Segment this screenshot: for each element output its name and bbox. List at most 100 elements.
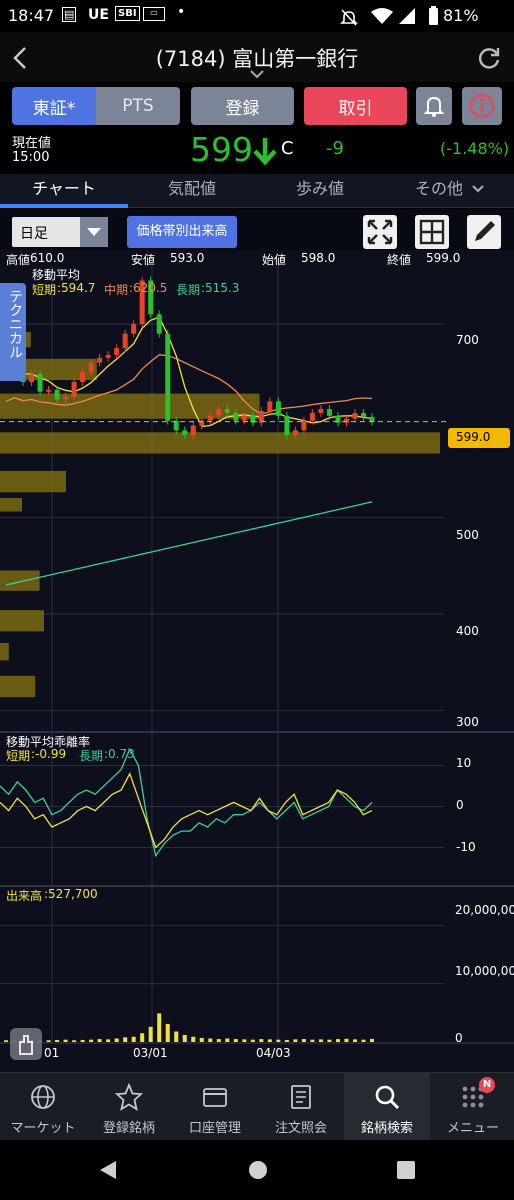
- price-axis-label: 400: [456, 624, 479, 638]
- chart-area[interactable]: 高値 610.0 安値 593.0 始値 598.0 終値 599.0 移動平均…: [0, 250, 514, 1072]
- tab-chart[interactable]: チャート: [0, 174, 128, 208]
- layout-button[interactable]: [415, 215, 449, 249]
- register-button[interactable]: 登録: [191, 87, 294, 125]
- volume-bar: [335, 1039, 340, 1042]
- period-value: 日足: [20, 226, 48, 242]
- volume-bar: [233, 1039, 238, 1042]
- candle: [190, 425, 196, 436]
- x-axis-label: 01: [44, 1046, 60, 1060]
- nav-label: 登録銘柄: [102, 1121, 155, 1136]
- trade-button[interactable]: 取引: [304, 87, 407, 125]
- candle: [326, 409, 332, 416]
- low-label: 安値: [131, 253, 156, 267]
- price-axis-label: 300: [456, 715, 479, 729]
- candle: [46, 389, 52, 392]
- volume-bar: [174, 1031, 179, 1042]
- market-tse-button[interactable]: 東証*: [12, 87, 96, 125]
- page-title[interactable]: (7184) 富山第一銀行: [0, 43, 514, 73]
- candle: [241, 415, 247, 421]
- expand-icon: [367, 219, 393, 245]
- volume-bar: [352, 1039, 357, 1042]
- candle: [122, 333, 128, 349]
- draw-button[interactable]: [467, 215, 501, 249]
- candle: [182, 430, 188, 436]
- recents-icon[interactable]: [395, 1159, 417, 1181]
- nav-watchlist[interactable]: 登録銘柄: [86, 1073, 172, 1141]
- fullscreen-button[interactable]: [363, 215, 397, 249]
- tab-trades[interactable]: 歩み値: [256, 174, 384, 208]
- grid-layout-icon: [419, 219, 445, 245]
- tap-hand-icon: [19, 1035, 33, 1055]
- volume-axis-label: 20,000,000: [455, 903, 514, 917]
- nav-account[interactable]: 口座管理: [172, 1073, 258, 1141]
- candle: [360, 412, 366, 417]
- nav-orders[interactable]: 注文照会: [258, 1073, 344, 1141]
- candle: [275, 401, 281, 416]
- volume-profile-button[interactable]: 価格帯別出来高: [127, 216, 237, 248]
- volume-bar: [242, 1039, 247, 1042]
- candle: [88, 362, 94, 373]
- tab-quotes[interactable]: 気配値: [128, 174, 256, 208]
- volume-bar: [276, 1039, 281, 1042]
- period-select[interactable]: 日足: [12, 217, 108, 247]
- home-icon[interactable]: [246, 1158, 270, 1182]
- chevron-down-icon[interactable]: [250, 70, 264, 79]
- volume-bar: [370, 1038, 374, 1042]
- dropdown-button[interactable]: [80, 217, 108, 247]
- candle: [156, 314, 162, 334]
- alert-bell-button[interactable]: [416, 87, 452, 125]
- volume-profile-band: [0, 643, 9, 661]
- volume-bar: [301, 1039, 306, 1042]
- candle: [292, 430, 298, 436]
- volume-bar: [182, 1035, 187, 1042]
- volume-bar: [55, 1039, 60, 1042]
- deviation-short-value: :-0.99: [31, 747, 67, 761]
- price-axis-label: 700: [456, 333, 479, 347]
- ma-long-label: 長期: [176, 283, 201, 297]
- volume-bar: [89, 1039, 94, 1042]
- system-navigation: [0, 1140, 514, 1200]
- volume-value: :527,700: [44, 887, 98, 901]
- close-marker: C: [281, 138, 294, 159]
- refresh-icon[interactable]: [477, 46, 501, 70]
- candle: [318, 409, 324, 413]
- app-header: (7184) 富山第一銀行: [0, 32, 514, 82]
- market-pts-button[interactable]: PTS: [96, 87, 180, 125]
- technical-side-tab[interactable]: テクニカル: [0, 283, 26, 381]
- open-value: 598.0: [301, 251, 336, 265]
- candle: [80, 372, 86, 382]
- tab-active-indicator: [0, 204, 128, 208]
- volume-bar: [267, 1039, 272, 1042]
- candle: [114, 348, 120, 355]
- back-icon[interactable]: [96, 1158, 120, 1182]
- nav-menu[interactable]: N メニュー: [430, 1073, 514, 1141]
- volume-bar: [361, 1039, 366, 1042]
- chart-helper-button[interactable]: [10, 1028, 42, 1060]
- nav-market[interactable]: マーケット: [0, 1073, 86, 1141]
- candle: [131, 324, 137, 334]
- volume-bar: [140, 1033, 145, 1042]
- volume-profile-band: [0, 432, 440, 454]
- volume-axis-label: 10,000,000: [455, 964, 514, 978]
- open-label: 始値: [262, 253, 287, 267]
- dot-icon: •: [177, 4, 186, 20]
- candle: [267, 401, 273, 411]
- status-bar: 18:47 ▤ UE SBI ▭ • 81%: [0, 0, 514, 32]
- volume-bar: [72, 1040, 77, 1042]
- signal-icon: [399, 8, 415, 24]
- high-value: 610.0: [30, 251, 65, 265]
- deviation-long-label: 長期: [79, 749, 104, 763]
- info-icon: [469, 93, 495, 119]
- info-button[interactable]: [462, 87, 502, 125]
- chart-canvas[interactable]: [0, 250, 514, 1072]
- deviation-short-label: 短期: [6, 749, 31, 763]
- nav-search[interactable]: 銘柄検索: [344, 1073, 430, 1141]
- volume-bar: [80, 1039, 85, 1042]
- long-ma-line: [5, 501, 373, 586]
- notification-badge: N: [479, 1077, 495, 1093]
- battery-level: 81%: [443, 6, 479, 25]
- card-icon: [203, 1088, 227, 1107]
- chevron-down-icon[interactable]: [472, 185, 484, 194]
- candle: [258, 411, 264, 423]
- nav-label: メニュー: [446, 1121, 499, 1136]
